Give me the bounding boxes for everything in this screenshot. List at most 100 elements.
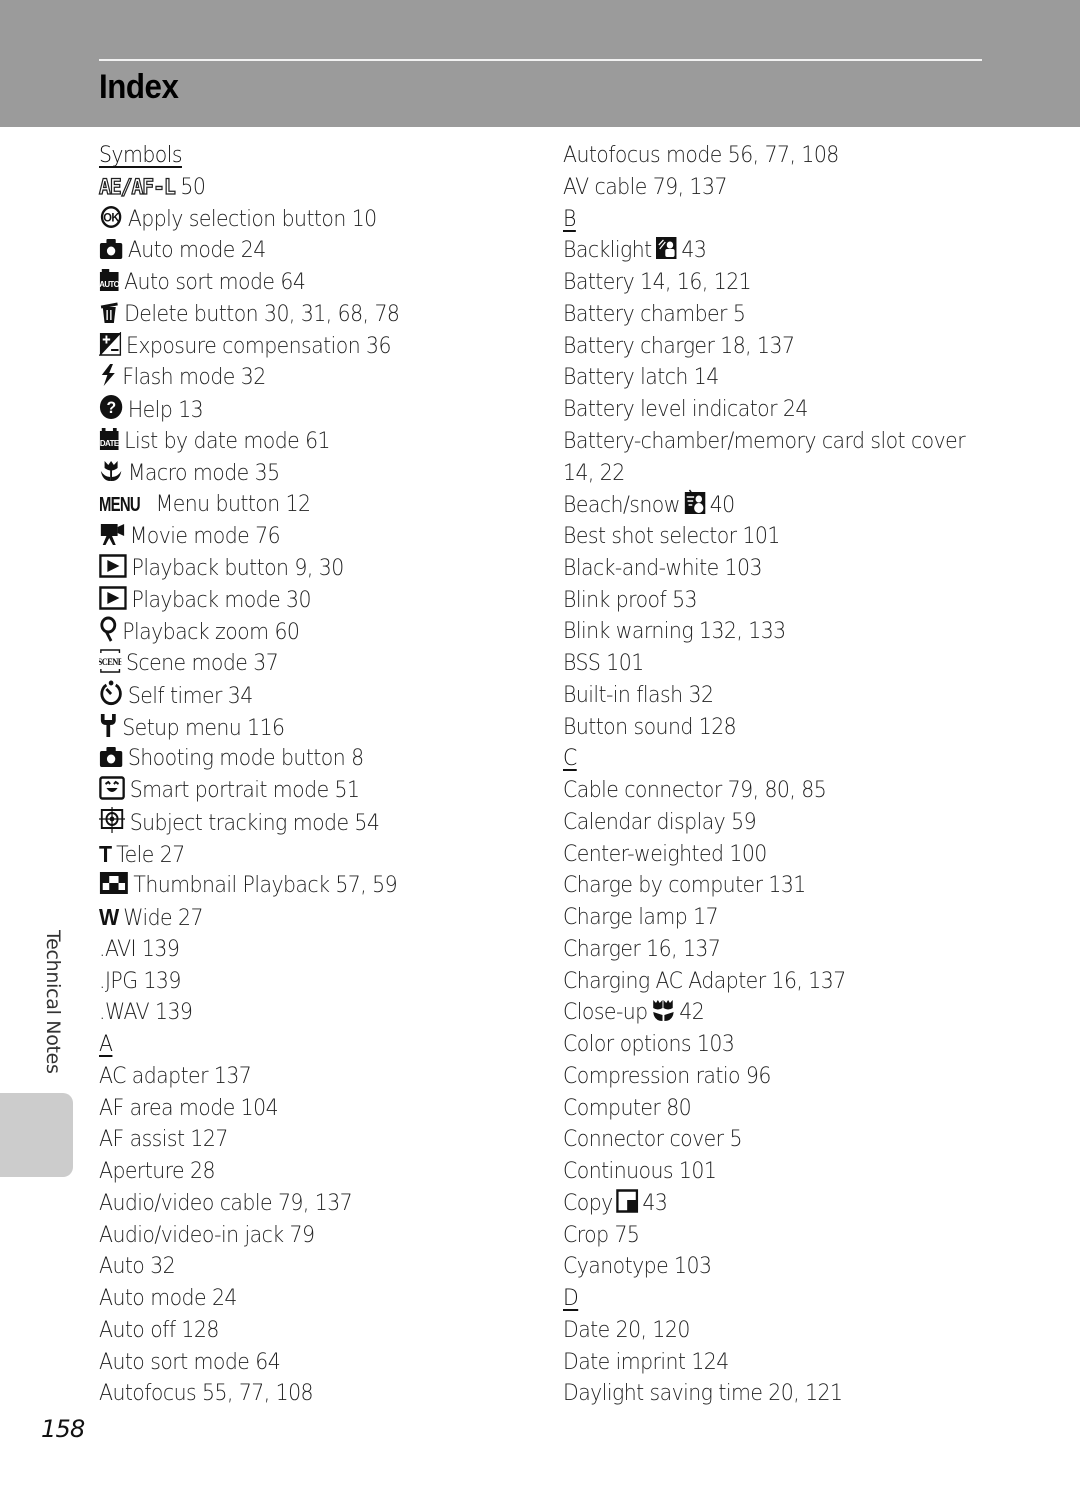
index-entry[interactable]: Backlight 43	[563, 235, 1003, 267]
entry-text: Playback zoom 60	[122, 620, 300, 646]
index-entry[interactable]: Movie mode 76	[99, 521, 539, 553]
entry-text: AF area mode 104	[99, 1095, 279, 1121]
index-entry[interactable]: Audio/video-in jack 79	[99, 1220, 539, 1252]
index-entry[interactable]: Thumbnail Playback 57, 59	[99, 870, 539, 902]
index-entry[interactable]: Battery latch 14	[563, 362, 1003, 394]
index-entry[interactable]: Calendar display 59	[563, 807, 1003, 839]
movie-camera-icon	[99, 522, 125, 546]
index-entry[interactable]: Blink proof 53	[563, 585, 1003, 617]
index-entry[interactable]: Delete button 30, 31, 68, 78	[99, 299, 539, 331]
entry-text: Thumbnail Playback 57, 59	[133, 873, 398, 899]
entry-page-refs: 43	[642, 1190, 668, 1216]
index-entry[interactable]: Playback mode 30	[99, 585, 539, 617]
index-entry[interactable]: Auto mode 24	[99, 1283, 539, 1315]
index-entry[interactable]: W Wide 27	[99, 902, 539, 934]
entry-text: Battery latch 14	[563, 365, 719, 391]
index-entry[interactable]: Center-weighted 100	[563, 839, 1003, 871]
index-entry[interactable]: .JPG 139	[99, 966, 539, 998]
index-entry[interactable]: Charging AC Adapter 16, 137	[563, 966, 1003, 998]
entry-content: B	[563, 204, 576, 236]
entry-content: Date 20, 120	[563, 1315, 690, 1347]
index-entry[interactable]: OK Apply selection button 10	[99, 204, 539, 236]
entry-text: Playback button 9, 30	[131, 555, 345, 581]
index-entry[interactable]: Smart portrait mode 51	[99, 775, 539, 807]
index-entry[interactable]: Auto mode 24	[99, 235, 539, 267]
index-entry[interactable]: Cable connector 79, 80, 85	[563, 775, 1003, 807]
index-entry[interactable]: Playback zoom 60	[99, 616, 539, 648]
index-entry[interactable]: Date imprint 124	[563, 1347, 1003, 1379]
entry-text: Charge lamp 17	[563, 905, 719, 930]
entry-text: Battery 14, 16, 121	[563, 270, 752, 295]
menu-icon: MENU	[99, 494, 141, 517]
index-entry[interactable]: Blink warning 132, 133	[563, 616, 1003, 648]
entry-content: Autofocus 55, 77, 108	[99, 1378, 314, 1410]
entry-text: .WAV 139	[99, 1000, 193, 1026]
index-entry[interactable]: AV cable 79, 137	[563, 172, 1003, 204]
index-entry[interactable]: Computer 80	[563, 1093, 1003, 1125]
index-entry[interactable]: Setup menu 116	[99, 712, 539, 744]
index-entry[interactable]: Close-up 42	[563, 997, 1003, 1029]
index-entry[interactable]: MENU Menu button 12	[99, 489, 539, 521]
index-entry[interactable]: Beach/snow 40	[563, 489, 1003, 521]
index-entry[interactable]: Daylight saving time 20, 121	[563, 1378, 1003, 1410]
index-entry[interactable]: T Tele 27	[99, 839, 539, 871]
index-entry[interactable]: Black-and-white 103	[563, 553, 1003, 585]
index-entry[interactable]: BSS 101	[563, 648, 1003, 680]
index-entry[interactable]: AC adapter 137	[99, 1061, 539, 1093]
index-entry[interactable]: AF area mode 104	[99, 1093, 539, 1125]
index-entry[interactable]: Autofocus mode 56, 77, 108	[563, 140, 1003, 172]
index-entry[interactable]: .AVI 139	[99, 934, 539, 966]
entry-content: AUTO Auto sort mode 64	[99, 267, 306, 299]
index-entry[interactable]: Battery chamber 5	[563, 299, 1003, 331]
entry-content: Exposure compensation 36	[99, 331, 392, 363]
index-entry[interactable]: Flash mode 32	[99, 362, 539, 394]
index-entry[interactable]: Continuous 101	[563, 1156, 1003, 1188]
index-entry[interactable]: Battery level indicator 24	[563, 394, 1003, 426]
entry-content: AE/AF-L 50	[98, 172, 205, 204]
index-entry[interactable]: Playback button 9, 30	[99, 553, 539, 585]
entry-text: Delete button 30, 31, 68, 78	[124, 301, 400, 327]
index-entry[interactable]: Macro mode 35	[99, 458, 539, 490]
index-entry[interactable]: .WAV 139	[99, 997, 539, 1029]
entry-content: Battery 14, 16, 121	[563, 267, 752, 299]
index-entry[interactable]: AUTO Auto sort mode 64	[99, 267, 539, 299]
index-entry[interactable]: Built-in flash 32	[563, 680, 1003, 712]
section-side-tab[interactable]	[0, 1093, 73, 1177]
index-entry[interactable]: Best shot selector 101	[563, 521, 1003, 553]
index-entry[interactable]: Cyanotype 103	[563, 1251, 1003, 1283]
entry-text: Battery-chamber/memory card slot cover	[563, 428, 966, 454]
index-entry[interactable]: Date 20, 120	[563, 1315, 1003, 1347]
index-entry[interactable]: 14, 22	[563, 458, 1003, 490]
index-entry[interactable]: Charger 16, 137	[563, 934, 1003, 966]
index-entry[interactable]: AE/AF-L 50	[98, 172, 539, 204]
index-entry[interactable]: DATE List by date mode 61	[99, 426, 539, 458]
index-entry[interactable]: Shooting mode button 8	[99, 743, 539, 775]
index-entry[interactable]: Charge lamp 17	[563, 902, 1003, 934]
index-entry[interactable]: Charge by computer 131	[563, 870, 1003, 902]
index-entry[interactable]: Exposure compensation 36	[99, 331, 539, 363]
index-entry[interactable]: Color options 103	[563, 1029, 1003, 1061]
index-entry[interactable]: Self timer 34	[99, 680, 539, 712]
index-entry[interactable]: Battery-chamber/memory card slot cover	[563, 426, 1003, 458]
index-entry[interactable]: Auto sort mode 64	[99, 1347, 539, 1379]
entry-text: Black-and-white 103	[563, 555, 762, 581]
index-entry[interactable]: SCENE Scene mode 37	[99, 648, 539, 680]
index-column-left: Symbols AE/AF-L 50 OK Apply selection button…	[98, 140, 539, 1410]
entry-content: Subject tracking mode 54	[99, 806, 380, 840]
index-entry[interactable]: ? Help 13	[99, 394, 539, 426]
index-entry[interactable]: AF assist 127	[99, 1124, 539, 1156]
index-entry[interactable]: Subject tracking mode 54	[99, 806, 539, 840]
index-entry[interactable]: Audio/video cable 79, 137	[99, 1188, 539, 1220]
index-entry[interactable]: Battery charger 18, 137	[563, 331, 1003, 363]
index-entry[interactable]: Compression ratio 96	[563, 1061, 1003, 1093]
index-entry[interactable]: Button sound 128	[563, 712, 1003, 744]
entry-content: Thumbnail Playback 57, 59	[99, 870, 398, 902]
index-entry[interactable]: Auto off 128	[99, 1315, 539, 1347]
index-entry[interactable]: Aperture 28	[99, 1156, 539, 1188]
index-entry[interactable]: Connector cover 5	[563, 1124, 1003, 1156]
index-entry[interactable]: Copy 43	[563, 1188, 1003, 1220]
index-entry[interactable]: Battery 14, 16, 121	[563, 267, 1003, 299]
index-entry[interactable]: Crop 75	[563, 1220, 1003, 1252]
index-entry[interactable]: Auto 32	[99, 1251, 539, 1283]
index-entry[interactable]: Autofocus 55, 77, 108	[99, 1378, 539, 1410]
